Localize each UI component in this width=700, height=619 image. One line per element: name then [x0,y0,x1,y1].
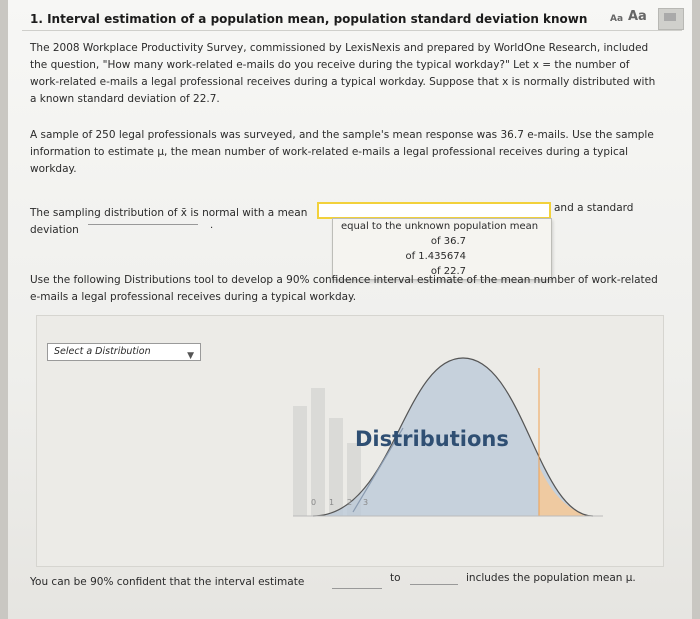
font-size-increase-button[interactable]: Aa [628,9,647,24]
axis-tick-label: 3 [363,498,368,507]
mean-option[interactable]: of 1.435674 [333,249,551,264]
mean-option[interactable]: of 36.7 [333,234,551,249]
deviation-label: deviation [30,224,79,236]
select-distribution-label: Select a Distribution [54,346,151,357]
distribution-illustration: 0 1 2 3 Distributions [293,357,603,517]
axis-tick-label: 1 [329,498,334,507]
problem-paragraph-2: A sample of 250 legal professionals was … [30,129,654,175]
interval-lower-blank[interactable] [332,588,382,589]
sentence-period: . [210,220,214,231]
question-header: 1. Interval estimation of a population m… [30,8,684,32]
axis-tick-label: 2 [347,498,352,507]
mean-option[interactable]: equal to the unknown population mean [333,219,551,234]
mean-dropdown[interactable] [317,202,551,219]
instruction-paragraph: Use the following Distributions tool to … [30,274,658,303]
to-label: to [390,572,401,584]
confidence-statement: You can be 90% confident that the interv… [30,576,305,588]
header-divider [22,30,682,31]
page: 1. Interval estimation of a population m… [8,0,692,619]
axis-tick-label: 0 [311,498,316,507]
standard-deviation-blank[interactable] [88,224,198,225]
problem-paragraph-1: The 2008 Workplace Productivity Survey, … [30,42,656,105]
font-size-decrease-button[interactable]: Aa [610,14,623,24]
select-distribution-dropdown[interactable]: Select a Distribution ▼ [47,343,201,361]
question-title: 1. Interval estimation of a population m… [30,12,588,26]
print-icon[interactable] [658,8,684,30]
sampling-label: The sampling distribution of x̄ is norma… [30,207,308,219]
chevron-down-icon: ▼ [187,351,194,361]
histogram-bars-icon [293,388,361,516]
includes-statement: includes the population mean μ. [466,572,636,584]
interval-upper-blank[interactable] [410,584,458,585]
distributions-title: Distributions [355,427,509,451]
mean-dropdown-options: equal to the unknown population mean of … [332,218,552,280]
distributions-tool: Select a Distribution ▼ 0 1 2 3 Distribu… [36,315,664,567]
after-dropdown-text: and a standard [554,202,634,214]
